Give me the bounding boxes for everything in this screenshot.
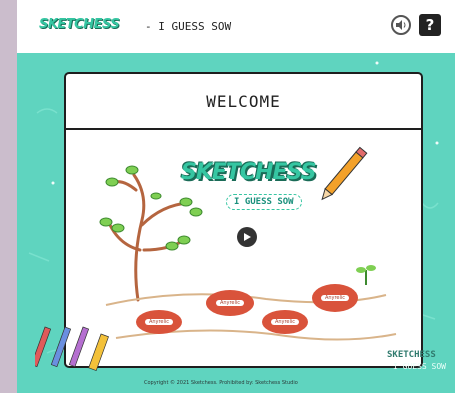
- play-icon: [244, 233, 251, 241]
- copyright-text: Copyright © 2021 Sketchess. Prohibited b…: [144, 380, 298, 386]
- illustration-tagline: I GUESS SOW: [226, 194, 302, 210]
- corner-logo: SKETCHESS: [387, 350, 436, 360]
- corner-tagline: I GUESS SOW: [393, 362, 446, 371]
- help-button[interactable]: ?: [419, 14, 441, 36]
- bean-label: Anyrelic: [215, 300, 245, 306]
- bean-label: Anyrelic: [144, 319, 174, 325]
- pencils-decoration: [35, 326, 109, 372]
- word-bean: Anyrelic: [136, 310, 182, 334]
- bean-label: Anyrelic: [320, 295, 350, 301]
- game-logo[interactable]: SKETCHESS: [39, 17, 120, 32]
- game-subtitle: - I GUESS SOW: [145, 20, 232, 33]
- illustration-logo: SKETCHESS: [181, 160, 316, 185]
- game-frame: SKETCHESS - I GUESS SOW ? WELCOME SKETCH…: [17, 0, 455, 393]
- bean-label: Anyrelic: [270, 319, 300, 325]
- word-bean: Anyrelic: [312, 284, 358, 312]
- speaker-icon: [396, 20, 406, 30]
- word-bean: Anyrelic: [262, 310, 308, 334]
- sound-button[interactable]: [391, 15, 411, 35]
- play-button[interactable]: [237, 227, 257, 247]
- word-bean: Anyrelic: [206, 290, 254, 316]
- header-bar: SKETCHESS - I GUESS SOW ?: [17, 0, 455, 53]
- dialog-title: WELCOME: [66, 74, 421, 130]
